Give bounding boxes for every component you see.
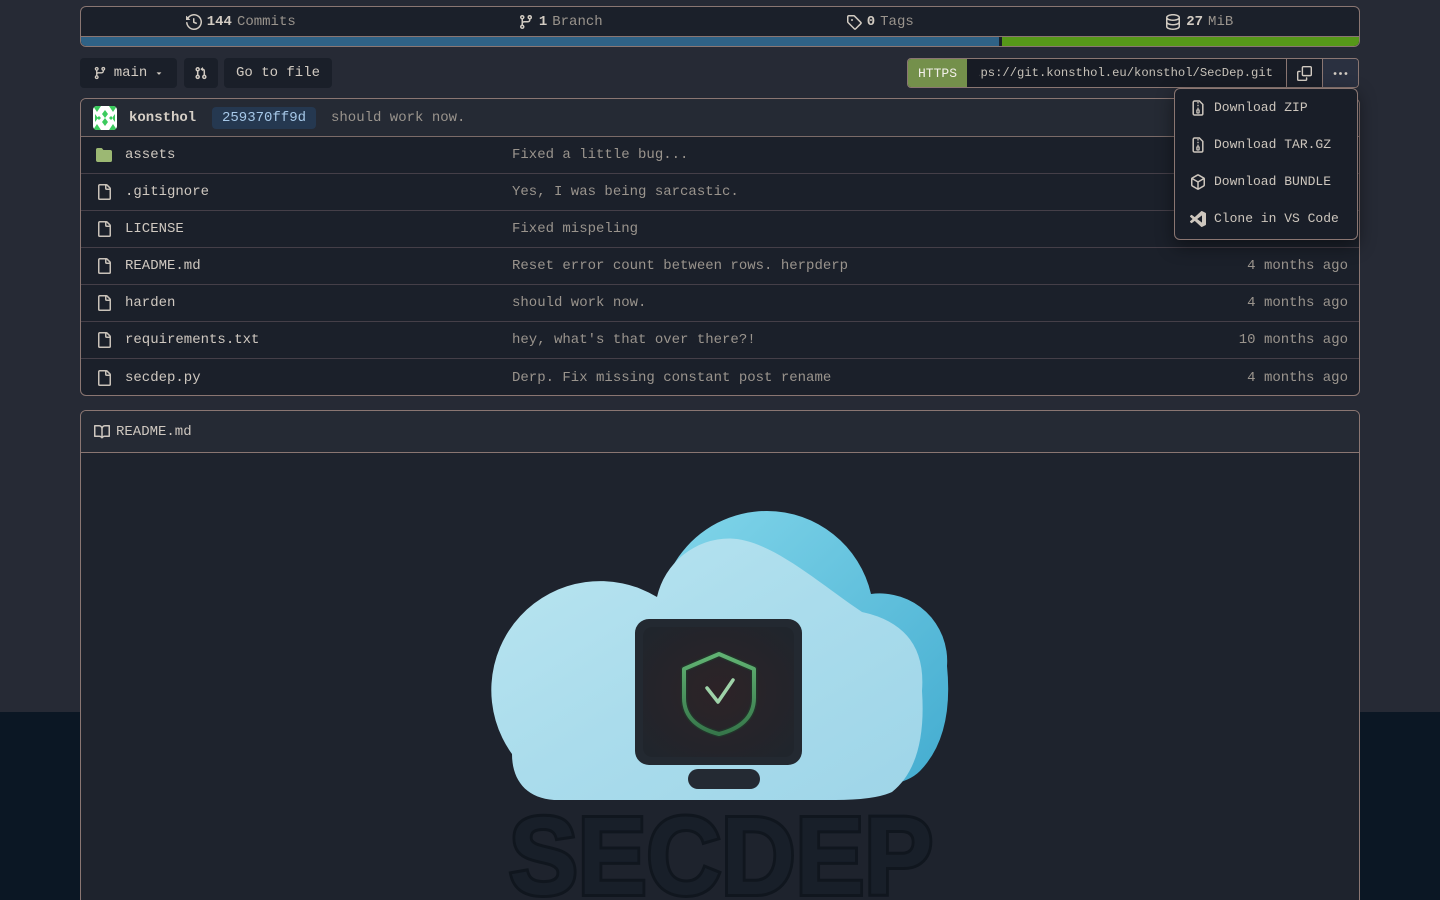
svg-text:SECDEP: SECDEP (509, 795, 933, 900)
